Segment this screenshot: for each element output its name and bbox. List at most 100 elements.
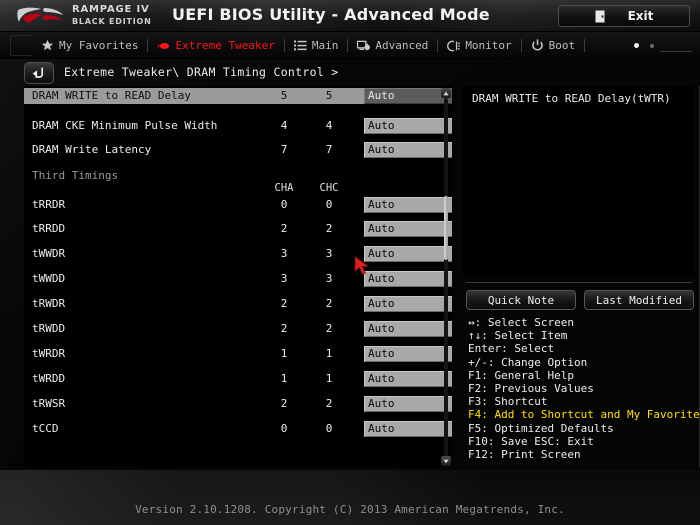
- setting-label: DRAM WRITE to READ Delay: [32, 89, 191, 102]
- setting-value-cha: 0: [280, 198, 288, 211]
- flame-icon: [157, 39, 170, 52]
- setting-value-cha: 2: [280, 322, 288, 335]
- menu-item-advanced[interactable]: Advanced: [348, 32, 437, 59]
- star-icon: [41, 39, 54, 52]
- menu-item-label: Monitor: [465, 39, 512, 52]
- menubar-notch: [10, 35, 32, 56]
- shortcut-item: ↑↓: Select Item: [468, 329, 568, 343]
- page-title: UEFI BIOS Utility - Advanced Mode: [172, 5, 490, 24]
- setting-row[interactable]: DRAM CKE Minimum Pulse Width 4 4 Auto: [24, 118, 452, 134]
- setting-value-field[interactable]: Auto: [364, 371, 452, 387]
- exit-button-label: Exit: [627, 9, 654, 23]
- setting-row[interactable]: DRAM WRITE to READ Delay 5 5 Auto: [24, 88, 452, 104]
- setting-value-chc: 0: [325, 198, 333, 211]
- scroll-down-arrow-icon[interactable]: [441, 456, 451, 466]
- menu-item-boot[interactable]: Boot: [522, 32, 585, 59]
- setting-label: tWRDD: [32, 372, 66, 385]
- help-description-text: DRAM WRITE to READ Delay(tWTR): [472, 92, 671, 105]
- setting-row[interactable]: tRWDR 2 2 Auto: [24, 296, 452, 312]
- brand-line-2: BLACK EDITION: [72, 17, 152, 26]
- menu-item-label: Extreme Tweaker: [175, 39, 275, 52]
- scroll-up-arrow-icon[interactable]: [441, 88, 451, 98]
- menu-item-label: Main: [311, 39, 339, 52]
- footer-bar: Version 2.10.1208. Copyright (C) 2013 Am…: [0, 470, 700, 525]
- setting-value-cha: 2: [280, 222, 288, 235]
- menu-item-extreme-tweaker[interactable]: Extreme Tweaker: [148, 32, 283, 59]
- setting-value-cha: 1: [280, 372, 288, 385]
- brand-line-1: RAMPAGE IV: [72, 4, 150, 15]
- title-bar: RAMPAGE IV BLACK EDITION UEFI BIOS Utili…: [0, 0, 700, 32]
- setting-value-chc: 7: [325, 143, 333, 156]
- setting-value-chc: 5: [325, 89, 333, 102]
- menu-bar: My Favorites Extreme Tweaker Main Advanc…: [0, 32, 700, 59]
- settings-list: DRAM WRITE to READ Delay 5 5 Auto DRAM CKE M…: [24, 86, 452, 467]
- mouse-cursor-icon: [354, 256, 370, 276]
- setting-row[interactable]: tWRDD 1 1 Auto: [24, 371, 452, 387]
- setting-label: tWWDR: [32, 247, 66, 260]
- setting-value-field[interactable]: Auto: [364, 421, 452, 437]
- setting-value-field[interactable]: Auto: [364, 142, 452, 158]
- setting-row[interactable]: tRRDR 0 0 Auto: [24, 197, 452, 213]
- scrollbar-thumb[interactable]: [444, 196, 448, 260]
- setting-value-chc: 2: [325, 322, 333, 335]
- setting-value-field[interactable]: Auto: [364, 221, 452, 237]
- shortcut-item: F10: Save ESC: Exit: [468, 434, 594, 448]
- rog-eye-logo-icon: [17, 7, 63, 23]
- shortcut-item: F3: Shortcut: [468, 395, 548, 409]
- column-header-chc: CHC: [319, 182, 339, 194]
- back-button[interactable]: [24, 62, 54, 84]
- setting-row[interactable]: tRWSR 2 2 Auto: [24, 396, 452, 412]
- breadcrumb[interactable]: Extreme Tweaker\ DRAM Timing Control >: [64, 65, 339, 79]
- menu-items: My Favorites Extreme Tweaker Main Advanc…: [32, 32, 586, 59]
- setting-row[interactable]: tRRDD 2 2 Auto: [24, 221, 452, 237]
- setting-row[interactable]: tWWDR 3 3 Auto: [24, 246, 452, 262]
- menu-item-main[interactable]: Main: [285, 32, 348, 59]
- setting-value-field[interactable]: Auto: [364, 246, 452, 262]
- page-dot-active[interactable]: [634, 43, 639, 48]
- setting-value-chc: 2: [325, 397, 333, 410]
- quick-note-button[interactable]: Quick Note: [466, 290, 576, 310]
- menubar-right-rule: [660, 51, 692, 52]
- setting-row[interactable]: tRWDD 2 2 Auto: [24, 321, 452, 337]
- scrollbar-track[interactable]: [444, 98, 448, 456]
- setting-label: tRWSR: [32, 397, 66, 410]
- page-dot[interactable]: [650, 43, 654, 48]
- shortcut-item: F2: Previous Values: [468, 382, 594, 396]
- menu-item-monitor[interactable]: Monitor: [438, 32, 520, 59]
- shortcut-item: F4: Add to Shortcut and My Favorites: [468, 408, 700, 422]
- page-indicator-dots[interactable]: [634, 43, 654, 48]
- setting-value-field[interactable]: Auto: [364, 296, 452, 312]
- setting-row[interactable]: tWRDR 1 1 Auto: [24, 346, 452, 362]
- setting-value-field[interactable]: Auto: [364, 271, 452, 287]
- setting-value-field[interactable]: Auto: [364, 88, 452, 104]
- menu-item-my-favorites[interactable]: My Favorites: [32, 32, 147, 59]
- exit-button[interactable]: Exit: [558, 5, 690, 27]
- shortcut-item: ↔: Select Screen: [468, 316, 574, 329]
- column-header-cha: CHA: [274, 182, 294, 194]
- setting-value-field[interactable]: Auto: [364, 197, 452, 213]
- setting-row[interactable]: DRAM Write Latency 7 7 Auto: [24, 142, 452, 158]
- help-divider: [466, 282, 692, 283]
- setting-value-cha: 2: [280, 297, 288, 310]
- column-headers: CHA CHC: [24, 182, 434, 196]
- setting-value-field[interactable]: Auto: [364, 321, 452, 337]
- menu-item-label: Boot: [548, 39, 576, 52]
- power-icon: [531, 39, 544, 52]
- setting-value-chc: 3: [325, 272, 333, 285]
- brand-name: RAMPAGE IV BLACK EDITION: [72, 5, 152, 27]
- setting-row[interactable]: tWWDD 3 3 Auto: [24, 271, 452, 287]
- help-panel: DRAM WRITE to READ Delay(tWTR) Quick Not…: [462, 86, 700, 467]
- help-description-box: DRAM WRITE to READ Delay(tWTR): [462, 86, 694, 276]
- setting-value-cha: 4: [280, 119, 288, 132]
- setting-label: tWRDR: [32, 347, 66, 360]
- setting-value-field[interactable]: Auto: [364, 346, 452, 362]
- setting-value-chc: 2: [325, 222, 333, 235]
- setting-value-cha: 3: [280, 247, 288, 260]
- shortcut-item: F5: Optimized Defaults: [468, 421, 614, 435]
- note-buttons: Quick Note Last Modified: [466, 290, 694, 310]
- last-modified-button[interactable]: Last Modified: [584, 290, 694, 310]
- setting-value-field[interactable]: Auto: [364, 396, 452, 412]
- setting-value-field[interactable]: Auto: [364, 118, 452, 134]
- setting-row[interactable]: tCCD 0 0 Auto: [24, 421, 452, 437]
- main-scrollbar[interactable]: [441, 88, 451, 466]
